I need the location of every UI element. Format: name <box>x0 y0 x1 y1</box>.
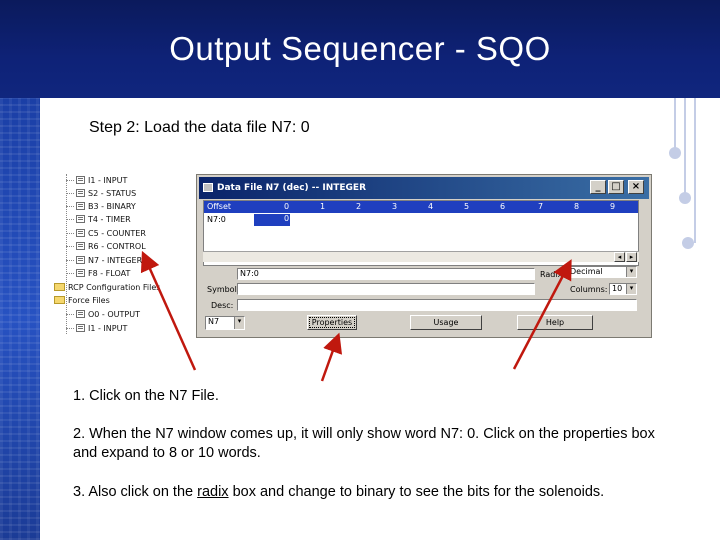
tree-item-label: B3 - BINARY <box>88 201 136 211</box>
data-file-window: Data File N7 (dec) -- INTEGER _ □ × Offs… <box>196 174 652 338</box>
instruction-3: 3. Also click on the radix box and chang… <box>73 483 663 502</box>
instruction-1: 1. Click on the N7 File. <box>73 388 219 404</box>
right-decorative-lines <box>669 98 696 249</box>
radix-select-value: Decimal <box>570 267 603 276</box>
tree-item-label: I1 - INPUT <box>88 323 128 333</box>
tree-item-label: Force Files <box>68 295 110 305</box>
file-select[interactable]: N7 ▾ <box>205 316 245 330</box>
project-tree: I1 - INPUT S2 - STATUS B3 - BINARY T4 - … <box>50 170 200 340</box>
tree-item-label: R6 - CONTROL <box>88 241 146 251</box>
tree-item-r6-control[interactable]: R6 - CONTROL <box>66 240 146 252</box>
file-icon <box>76 310 85 318</box>
properties-button[interactable]: Properties <box>307 315 357 330</box>
step-heading: Step 2: Load the data file N7: 0 <box>89 119 310 136</box>
instruction-3-text-end: box and change to binary to see the bits… <box>228 484 605 500</box>
row-offset-cell: N7:0 <box>207 215 226 224</box>
table-row: N7:0 0 <box>204 214 638 226</box>
tree-folder-rcp-configuration[interactable]: RCP Configuration Files <box>54 281 160 293</box>
file-icon <box>76 269 85 277</box>
radix-link: radix <box>197 484 229 500</box>
scroll-right-icon[interactable]: ▸ <box>626 252 637 262</box>
file-icon <box>76 324 85 332</box>
app-icon <box>203 183 213 192</box>
tree-item-f8-float[interactable]: F8 - FLOAT <box>66 267 130 279</box>
tree-item-label: O0 - OUTPUT <box>88 309 140 319</box>
tree-item-s2-status[interactable]: S2 - STATUS <box>66 187 136 199</box>
chevron-down-icon[interactable]: ▾ <box>234 317 244 329</box>
column-header[interactable]: 6 <box>500 202 505 211</box>
address-field[interactable]: N7:0 <box>237 268 535 280</box>
column-header[interactable]: 8 <box>574 202 579 211</box>
tree-item-c5-counter[interactable]: C5 - COUNTER <box>66 227 146 239</box>
window-title: Data File N7 (dec) -- INTEGER <box>217 183 367 193</box>
tree-item-label: C5 - COUNTER <box>88 228 146 238</box>
column-header[interactable]: 9 <box>610 202 615 211</box>
help-button[interactable]: Help <box>517 315 593 330</box>
tree-item-label: RCP Configuration Files <box>68 282 161 292</box>
tree-item-n7-integer[interactable]: N7 - INTEGER <box>66 254 142 266</box>
grid-header-row: Offset 0 1 2 3 4 5 6 7 8 9 <box>204 201 638 213</box>
instruction-3-text: 3. Also click on the <box>73 484 198 500</box>
tree-folder-force-files[interactable]: Force Files <box>54 294 110 306</box>
tree-item-label: I1 - INPUT <box>88 175 128 185</box>
file-select-value: N7 <box>208 317 220 326</box>
close-button[interactable]: × <box>628 180 644 194</box>
file-icon <box>76 242 85 250</box>
chevron-down-icon[interactable]: ▾ <box>626 267 636 277</box>
arrow-to-properties <box>320 332 343 382</box>
tree-item-label: F8 - FLOAT <box>88 268 131 278</box>
file-icon <box>76 202 85 210</box>
file-icon <box>76 176 85 184</box>
column-header-offset[interactable]: Offset <box>207 202 231 211</box>
column-header[interactable]: 4 <box>428 202 433 211</box>
tree-item-i1-input-force[interactable]: I1 - INPUT <box>66 322 127 334</box>
usage-button[interactable]: Usage <box>410 315 482 330</box>
tree-item-i1-input[interactable]: I1 - INPUT <box>66 174 127 186</box>
left-decorative-band <box>0 98 40 540</box>
window-titlebar[interactable]: Data File N7 (dec) -- INTEGER <box>199 177 649 199</box>
tree-item-b3-binary[interactable]: B3 - BINARY <box>66 200 136 212</box>
data-cell-selected[interactable]: 0 <box>254 214 290 226</box>
tree-item-label: S2 - STATUS <box>88 188 137 198</box>
column-header[interactable]: 3 <box>392 202 397 211</box>
columns-select-value: 10 <box>612 284 623 293</box>
radix-select[interactable]: Decimal ▾ <box>567 266 637 278</box>
columns-label: Columns: <box>570 285 608 294</box>
radix-label: Radix: <box>540 270 566 279</box>
column-header[interactable]: 0 <box>284 202 289 211</box>
horizontal-scrollbar[interactable]: ◂ ▸ <box>203 251 639 262</box>
tree-item-o0-output[interactable]: O0 - OUTPUT <box>66 308 140 320</box>
file-icon <box>76 189 85 197</box>
folder-icon <box>54 283 65 291</box>
file-icon <box>76 215 85 223</box>
file-icon <box>76 229 85 237</box>
folder-icon <box>54 296 65 304</box>
column-header[interactable]: 7 <box>538 202 543 211</box>
maximize-button[interactable]: □ <box>608 180 624 194</box>
chevron-down-icon[interactable]: ▾ <box>626 284 636 294</box>
slide-title: Output Sequencer - SQO <box>169 30 551 67</box>
symbol-field[interactable] <box>237 283 535 295</box>
scroll-left-icon[interactable]: ◂ <box>614 252 625 262</box>
tree-item-label: N7 - INTEGER <box>88 255 143 265</box>
minimize-button[interactable]: _ <box>590 180 606 194</box>
column-header[interactable]: 1 <box>320 202 325 211</box>
desc-label: Desc: <box>211 301 234 310</box>
file-icon <box>76 256 85 264</box>
column-header[interactable]: 5 <box>464 202 469 211</box>
deco-dot <box>682 237 694 249</box>
deco-dot <box>669 147 681 159</box>
description-field[interactable] <box>237 299 637 311</box>
tree-item-t4-timer[interactable]: T4 - TIMER <box>66 213 131 225</box>
tree-item-label: T4 - TIMER <box>88 214 131 224</box>
symbol-label: Symbol: <box>207 285 240 294</box>
columns-select[interactable]: 10 ▾ <box>609 283 637 295</box>
deco-dot <box>679 192 691 204</box>
column-header[interactable]: 2 <box>356 202 361 211</box>
instruction-2: 2. When the N7 window comes up, it will … <box>73 426 655 461</box>
